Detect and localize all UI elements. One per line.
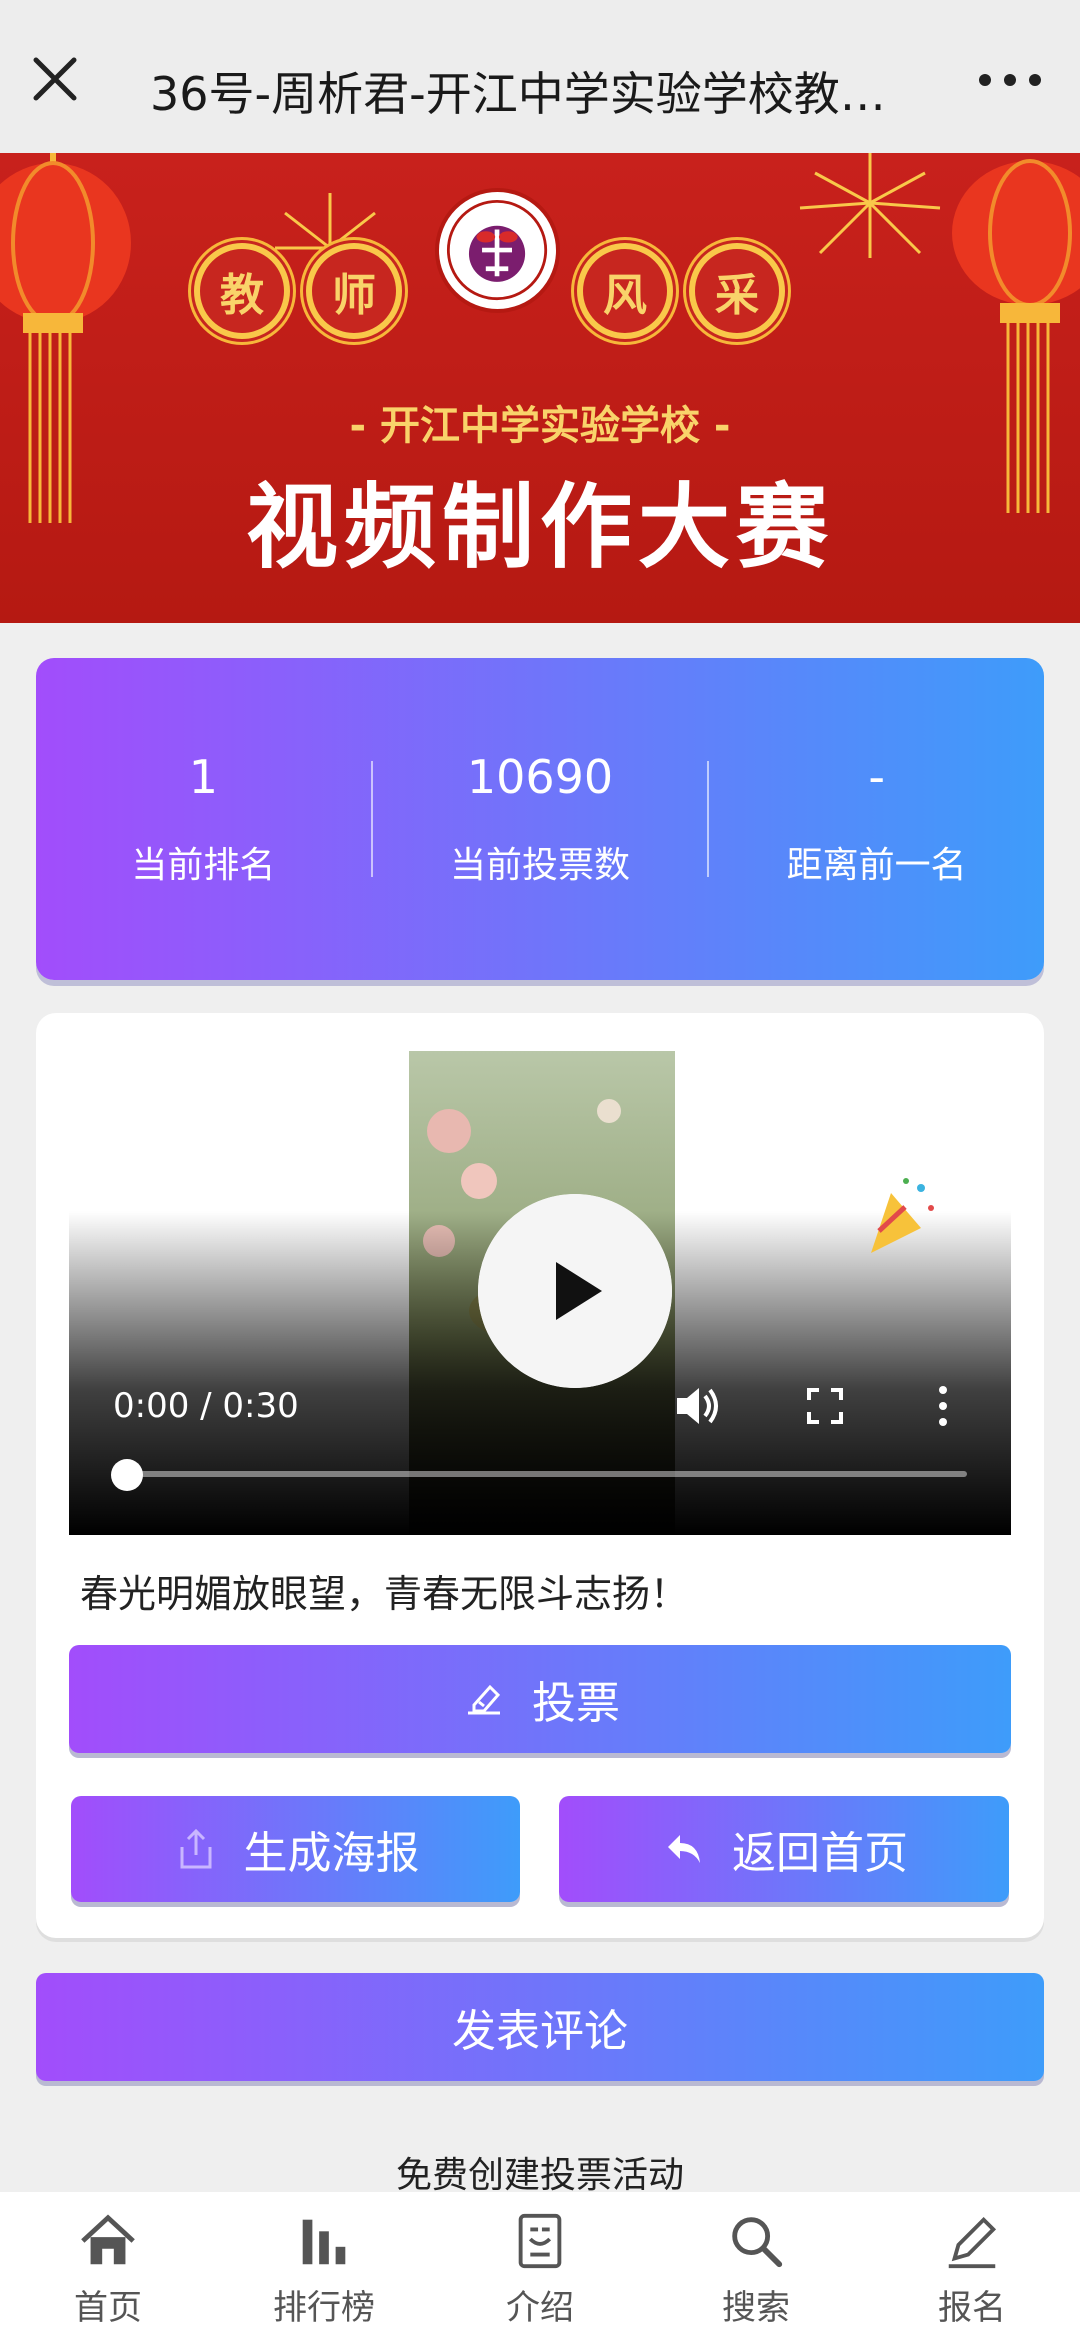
stat-gap: - 距离前一名 [709, 750, 1044, 888]
comment-label: 发表评论 [452, 2006, 628, 2057]
rank-value: 1 [188, 750, 218, 804]
more-icon[interactable] [975, 62, 1045, 98]
firework-icon [799, 153, 941, 258]
video-progress-bar[interactable] [113, 1471, 967, 1477]
page-title: 36号-周析君-开江中学实验学校教师... [150, 67, 920, 121]
generate-poster-button[interactable]: 生成海报 [71, 1796, 520, 1902]
nav-label-intro: 介绍 [506, 2288, 574, 2328]
school-name: - 开江中学实验学校 - [349, 403, 731, 449]
banner-word-1: 教 [194, 243, 290, 339]
nav-item-search[interactable]: 搜索 [648, 2192, 864, 2329]
gap-label: 距离前一名 [786, 845, 967, 886]
nav-label-home: 首页 [74, 2288, 142, 2328]
nav-label-ranking: 排行榜 [273, 2288, 375, 2328]
banner-word-3: 风 [577, 243, 673, 339]
entry-caption: 春光明媚放眼望，青春无限斗志扬！ [80, 1572, 689, 1616]
banner-word-2: 师 [306, 243, 402, 339]
stats-card: 1 当前排名 10690 当前投票数 - 距离前一名 [36, 658, 1044, 980]
post-comment-button[interactable]: 发表评论 [36, 1973, 1044, 2081]
nav-item-home[interactable]: 首页 [0, 2192, 216, 2329]
back-home-button[interactable]: 返回首页 [559, 1796, 1009, 1902]
video-player[interactable]: 0:00 / 0:30 [69, 1051, 1011, 1535]
fullscreen-icon[interactable] [795, 1376, 855, 1436]
intro-icon [518, 2213, 562, 2269]
more-vert-icon[interactable] [913, 1376, 973, 1436]
ranking-icon [302, 2219, 346, 2265]
vote-button[interactable]: 投票 [69, 1645, 1011, 1753]
nav-item-ranking[interactable]: 排行榜 [216, 2192, 432, 2329]
stat-rank: 1 当前排名 [36, 750, 371, 888]
poster-label: 生成海报 [243, 1828, 420, 1879]
votes-value: 10690 [466, 750, 614, 804]
vote-label: 投票 [532, 1678, 620, 1729]
votes-label: 当前投票数 [450, 845, 631, 886]
home-icon [81, 2214, 135, 2265]
close-icon[interactable] [28, 52, 82, 106]
nav-item-intro[interactable]: 介绍 [432, 2192, 648, 2329]
nav-label-signup: 报名 [938, 2288, 1006, 2328]
entry-card: 0:00 / 0:30 春光明媚放眼望，青春无限斗志扬！ 投票 生成海报 返回首… [36, 1013, 1044, 1938]
contest-title: 视频制作大赛 [245, 474, 834, 581]
play-button[interactable] [478, 1194, 672, 1388]
bottom-nav: 首页 排行榜 介绍 搜索 报名 [0, 2192, 1080, 2329]
banner-word-4: 采 [689, 243, 785, 339]
nav-label-search: 搜索 [722, 2288, 790, 2328]
school-logo [435, 188, 560, 313]
video-time: 0:00 / 0:30 [113, 1386, 299, 1426]
rank-label: 当前排名 [131, 845, 276, 886]
share-icon [180, 1828, 211, 1869]
party-popper-icon [871, 1178, 934, 1253]
contest-banner: 教 师 风 采 - 开江中学实验学校 - 视频制作大赛 [0, 153, 1080, 623]
signup-pencil-icon [948, 2216, 997, 2269]
video-progress-knob[interactable] [111, 1459, 143, 1491]
home-label: 返回首页 [732, 1828, 908, 1879]
search-icon [732, 2217, 783, 2268]
top-bar: 36号-周析君-开江中学实验学校教师... [0, 0, 1080, 153]
reply-arrow-icon [668, 1835, 700, 1863]
nav-item-signup[interactable]: 报名 [864, 2192, 1080, 2329]
volume-icon[interactable] [667, 1376, 727, 1436]
gap-value: - [868, 750, 885, 804]
free-create-link[interactable]: 免费创建投票活动 [0, 2146, 1080, 2198]
stat-votes: 10690 当前投票数 [373, 750, 708, 888]
vote-icon [468, 1684, 501, 1715]
